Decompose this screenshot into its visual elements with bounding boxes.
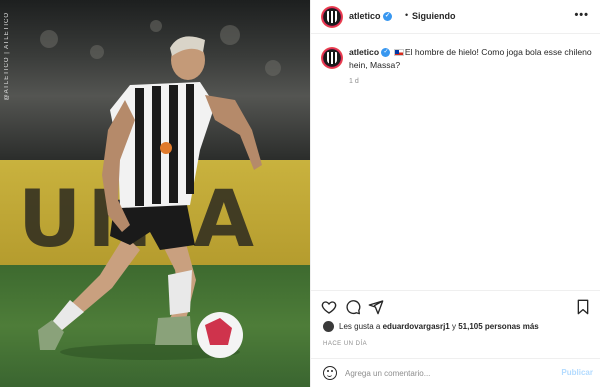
share-icon[interactable] bbox=[368, 299, 384, 315]
likes-summary: Les gusta a eduardovargasrj1 y 51,105 pe… bbox=[323, 321, 539, 332]
caption-username[interactable]: atletico bbox=[349, 47, 379, 57]
post-photo[interactable]: UNIA @ATLETICO | ATLETIC bbox=[0, 0, 310, 387]
username-text[interactable]: atletico bbox=[349, 11, 381, 21]
emoji-icon[interactable] bbox=[323, 366, 337, 380]
photo-watermark: @ATLETICO | ATLETICO bbox=[4, 12, 10, 101]
comment-input[interactable] bbox=[345, 365, 535, 381]
player-figure bbox=[38, 36, 262, 360]
verified-icon: ✓ bbox=[381, 48, 391, 58]
publish-button[interactable]: Publicar bbox=[561, 368, 593, 377]
caption-timestamp[interactable]: 1 d bbox=[349, 78, 359, 85]
post-caption: atletico ✓ El hombre de hielo! Como joga… bbox=[349, 46, 593, 72]
post-date: HACE UN DÍA bbox=[323, 341, 368, 347]
action-bar bbox=[311, 290, 600, 324]
liker-avatar[interactable] bbox=[323, 321, 334, 332]
likes-count[interactable]: 51,105 personas más bbox=[458, 322, 539, 331]
comment-bar: Publicar bbox=[311, 358, 600, 387]
more-options-icon[interactable]: ••• bbox=[574, 9, 589, 21]
verified-icon: ✓ bbox=[383, 12, 393, 22]
likes-prefix: Les gusta a bbox=[339, 322, 381, 331]
separator-dot: • bbox=[405, 10, 409, 20]
likes-middle: y bbox=[451, 322, 456, 331]
comment-icon[interactable] bbox=[345, 299, 361, 315]
liker-username[interactable]: eduardovargasrj1 bbox=[383, 322, 450, 331]
caption-avatar[interactable] bbox=[321, 47, 343, 69]
heart-icon[interactable] bbox=[321, 299, 337, 315]
bookmark-icon[interactable] bbox=[575, 299, 591, 315]
avatar[interactable] bbox=[321, 6, 343, 28]
following-button[interactable]: Siguiendo bbox=[412, 11, 456, 21]
chile-flag-icon bbox=[393, 49, 404, 57]
post-details-panel: atletico ✓ • Siguiendo ••• atletico ✓ El… bbox=[310, 0, 600, 387]
post-header: atletico ✓ • Siguiendo ••• bbox=[311, 0, 600, 34]
header-username[interactable]: atletico ✓ bbox=[349, 11, 393, 22]
